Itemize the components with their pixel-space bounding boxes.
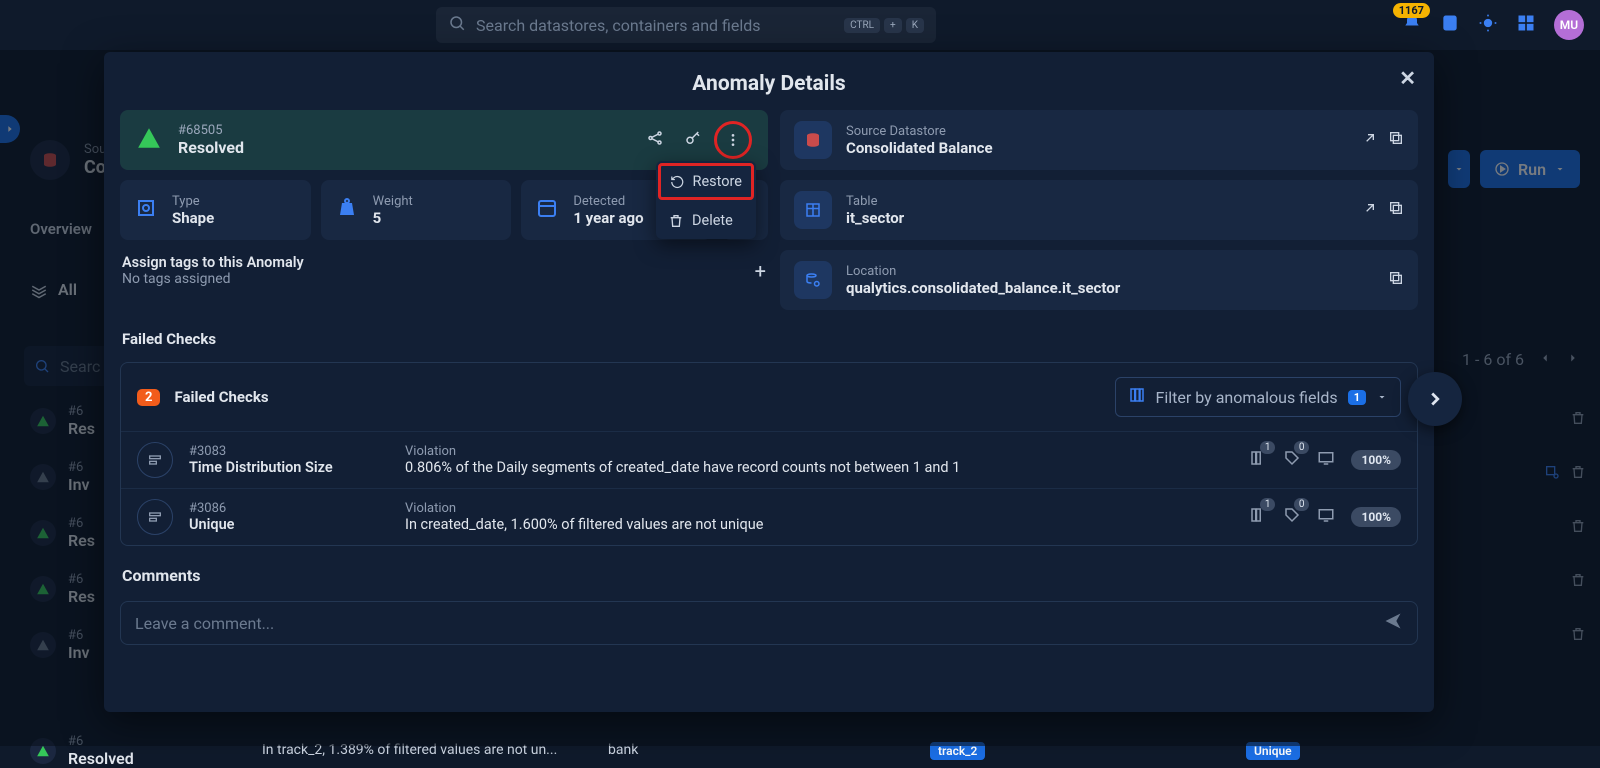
monitor-icon[interactable] bbox=[1317, 449, 1335, 471]
columns-icon bbox=[1128, 386, 1146, 408]
anomaly-id: #68505 bbox=[178, 123, 244, 138]
weight-icon bbox=[335, 196, 359, 224]
key-button[interactable] bbox=[676, 121, 710, 155]
metric-type: TypeShape bbox=[120, 180, 311, 240]
apps-icon[interactable] bbox=[1516, 13, 1536, 37]
topbar: Search datastores, containers and fields… bbox=[0, 0, 1600, 50]
failed-count-badge: 2 bbox=[137, 389, 160, 406]
failed-check-row[interactable]: #3083Time Distribution Size Violation0.8… bbox=[121, 431, 1417, 488]
location-icon bbox=[794, 261, 832, 299]
percent-pill: 100% bbox=[1351, 450, 1401, 470]
monitor-icon[interactable] bbox=[1317, 506, 1335, 528]
check-icon bbox=[137, 499, 173, 535]
failed-check-row[interactable]: #3086Unique ViolationIn created_date, 1.… bbox=[121, 488, 1417, 545]
tags-section: Assign tags to this Anomaly No tags assi… bbox=[120, 250, 768, 289]
avatar[interactable]: MU bbox=[1554, 10, 1584, 40]
warning-icon bbox=[136, 125, 162, 155]
metric-weight: Weight5 bbox=[321, 180, 512, 240]
expand-panel-button[interactable] bbox=[1408, 372, 1462, 426]
copy-icon[interactable] bbox=[1388, 200, 1404, 220]
comment-placeholder: Leave a comment... bbox=[135, 614, 274, 633]
columns-badge[interactable]: 1 bbox=[1249, 506, 1267, 528]
search-shortcut: CTRL + K bbox=[844, 18, 924, 33]
calendar-icon bbox=[535, 196, 559, 224]
failed-checks-box: 2 Failed Checks Filter by anomalous fiel… bbox=[120, 362, 1418, 546]
filter-fields-button[interactable]: Filter by anomalous fields 1 bbox=[1115, 377, 1401, 417]
failed-checks-title: Failed Checks bbox=[120, 320, 1418, 352]
open-icon[interactable] bbox=[1362, 200, 1378, 220]
comment-input[interactable]: Leave a comment... bbox=[120, 601, 1418, 645]
tag-badge[interactable]: 0 bbox=[1283, 449, 1301, 471]
notifications-count: 1167 bbox=[1393, 3, 1430, 18]
modal-title: Anomaly Details bbox=[104, 52, 1434, 110]
brightness-icon[interactable] bbox=[1478, 13, 1498, 37]
status-card: #68505 Resolved Restore bbox=[120, 110, 768, 170]
table-icon bbox=[794, 191, 832, 229]
anomaly-status: Resolved bbox=[178, 138, 244, 157]
notifications-button[interactable]: 1167 bbox=[1402, 13, 1422, 37]
more-button[interactable] bbox=[714, 121, 752, 159]
anomaly-details-modal: Anomaly Details ✕ #68505 Resolved bbox=[104, 52, 1434, 712]
global-search[interactable]: Search datastores, containers and fields… bbox=[436, 7, 936, 43]
search-placeholder: Search datastores, containers and fields bbox=[476, 16, 761, 35]
share-button[interactable] bbox=[638, 121, 672, 155]
location-card: Locationqualytics.consolidated_balance.i… bbox=[780, 250, 1418, 310]
check-icon bbox=[137, 442, 173, 478]
percent-pill: 100% bbox=[1351, 507, 1401, 527]
copy-icon[interactable] bbox=[1388, 130, 1404, 150]
close-button[interactable]: ✕ bbox=[1399, 66, 1416, 90]
table-card[interactable]: Tableit_sector bbox=[780, 180, 1418, 240]
datastore-icon bbox=[794, 121, 832, 159]
open-icon[interactable] bbox=[1362, 130, 1378, 150]
copy-icon[interactable] bbox=[1388, 270, 1404, 290]
source-datastore-card[interactable]: Source DatastoreConsolidated Balance bbox=[780, 110, 1418, 170]
delete-menuitem[interactable]: Delete bbox=[656, 202, 756, 239]
more-popover: Restore Delete bbox=[656, 161, 756, 239]
topbar-actions: 1167 MU bbox=[1402, 10, 1584, 40]
send-icon[interactable] bbox=[1383, 611, 1403, 635]
columns-badge[interactable]: 1 bbox=[1249, 449, 1267, 471]
tag-badge[interactable]: 0 bbox=[1283, 506, 1301, 528]
add-tag-button[interactable]: + bbox=[755, 259, 766, 283]
type-icon bbox=[134, 196, 158, 224]
comments-title: Comments bbox=[120, 556, 1418, 591]
clipboard-icon[interactable] bbox=[1440, 13, 1460, 37]
search-icon bbox=[448, 14, 466, 36]
restore-menuitem[interactable]: Restore bbox=[658, 163, 754, 200]
